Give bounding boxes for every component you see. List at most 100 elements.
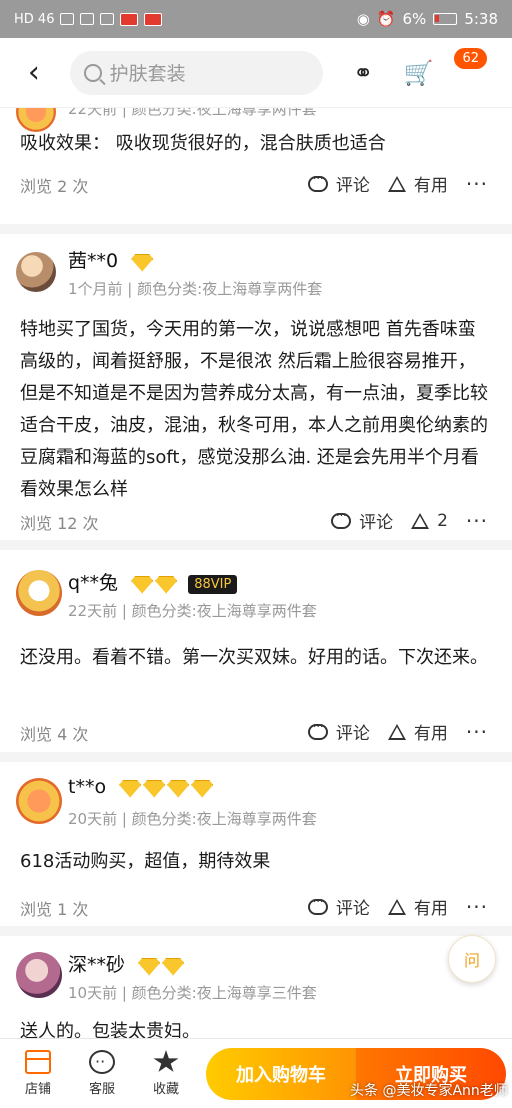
more-options-icon[interactable]: ··· (466, 172, 488, 196)
review-actions: 评论 有用 ··· (307, 894, 488, 919)
comment-button[interactable]: 评论 (307, 171, 370, 196)
comment-icon (307, 895, 328, 915)
view-count: 浏览 4 次 (20, 725, 89, 744)
cart-badge: 62 (454, 47, 488, 69)
username: 茜**0 (68, 250, 119, 272)
wechat-icon (80, 13, 95, 25)
review-actions: 评论 有用 ··· (307, 171, 488, 196)
divider (0, 540, 512, 550)
comment-icon (331, 509, 352, 529)
comment-button[interactable]: 评论 (307, 719, 370, 744)
comment-icon (307, 720, 328, 740)
service-tab[interactable]: 客服 (70, 1050, 134, 1097)
comment-button[interactable]: 评论 (307, 894, 370, 919)
level-badges (119, 779, 214, 798)
divider (0, 926, 512, 936)
useful-button[interactable]: 有用 (387, 894, 448, 919)
avatar (16, 252, 56, 292)
alarm-icon: ⏰ (376, 10, 396, 28)
thumb-triangle-icon (387, 723, 406, 740)
comment-button[interactable]: 评论 (331, 508, 393, 533)
status-left: HD 46 (14, 11, 163, 27)
divider (0, 224, 512, 234)
review-text: 特地买了国货，今天用的第一次，说说感想吧 首先香味蛮高级的，闻着挺舒服，不是很浓… (20, 319, 488, 500)
more-options-icon[interactable]: ··· (466, 720, 488, 744)
review-user: t**o (68, 776, 214, 798)
level-badges (138, 957, 185, 976)
review-text: 送人的。包装太贵妇。 (20, 1021, 200, 1038)
diamond-icon (138, 957, 161, 976)
diamond-icon (119, 779, 142, 798)
watermark: 头条 @美妆专家Ann老师 (350, 1083, 508, 1099)
star-icon (153, 1050, 179, 1072)
review-meta: 10天前 | 颜色分类:夜上海尊享三件套 (68, 984, 317, 1002)
eye-icon: ◉ (356, 10, 370, 28)
chat-icon (100, 13, 115, 25)
search-icon (83, 63, 102, 82)
review-actions: 评论 2 ··· (331, 508, 488, 533)
review-meta: 20天前 | 颜色分类:夜上海尊享两件套 (68, 810, 317, 828)
useful-button[interactable]: 2 (411, 511, 448, 531)
more-options-icon[interactable]: ··· (466, 895, 488, 919)
useful-label: 2 (437, 510, 448, 531)
signal-text: HD 46 (14, 11, 55, 27)
app-icon (120, 12, 139, 26)
add-to-cart-button[interactable]: 加入购物车 (206, 1047, 356, 1100)
clock: 5:38 (464, 10, 498, 28)
battery-percent: 6% (402, 10, 427, 28)
username: t**o (68, 776, 107, 798)
share-icon[interactable]: ⚭ (341, 51, 385, 95)
useful-button[interactable]: 有用 (387, 719, 448, 744)
username: 深**砂 (68, 954, 126, 976)
review-item: 22天前 | 颜色分类:夜上海尊享两件套 吸收效果： 吸收现货很好的，混合肤质也… (0, 108, 512, 218)
thumb-triangle-icon (387, 898, 406, 915)
diamond-icon (191, 779, 214, 798)
status-bar: HD 46 ◉ ⏰ 6% 5:38 (0, 0, 512, 38)
review-user: 茜**0 (68, 246, 154, 273)
thumb-triangle-icon (411, 512, 430, 529)
view-count: 浏览 2 次 (20, 177, 89, 196)
avatar (16, 570, 62, 616)
level-badges (131, 575, 178, 594)
search-placeholder: 护肤套装 (109, 63, 186, 85)
search-input[interactable]: 护肤套装 (69, 50, 324, 95)
reviews-list[interactable]: 22天前 | 颜色分类:夜上海尊享两件套 吸收效果： 吸收现货很好的，混合肤质也… (0, 108, 512, 1038)
comment-label: 评论 (359, 513, 394, 533)
comment-label: 评论 (335, 899, 370, 919)
comment-label: 评论 (335, 176, 370, 196)
status-right: ◉ ⏰ 6% 5:38 (357, 10, 498, 28)
diamond-icon (162, 957, 185, 976)
level-badges (131, 253, 154, 272)
review-user: q**兔 88VIP (68, 568, 238, 595)
more-button[interactable]: 62 (452, 47, 496, 95)
cart-icon[interactable]: 🛒 (397, 51, 441, 95)
battery-icon (433, 13, 458, 25)
favorite-tab[interactable]: 收藏 (134, 1050, 198, 1097)
useful-label: 有用 (413, 899, 448, 919)
diamond-icon (155, 575, 178, 594)
review-text: 还没用。看着不错。第一次买双妹。好用的话。下次还来。 (20, 647, 488, 668)
diamond-icon (131, 575, 154, 594)
review-text: 618活动购买，超值，期待效果 (20, 851, 271, 872)
diamond-icon (167, 779, 190, 798)
store-tab[interactable]: 店铺 (6, 1050, 70, 1097)
comment-icon (307, 172, 328, 192)
hourglass-icon (60, 13, 75, 25)
useful-button[interactable]: 有用 (387, 171, 448, 196)
view-count: 浏览 12 次 (20, 514, 99, 533)
app-icon-2 (144, 12, 163, 26)
comment-label: 评论 (335, 724, 370, 744)
more-options-icon[interactable]: ··· (466, 509, 488, 533)
nav-bar: ‹ 护肤套装 ⚭ 🛒 62 (0, 38, 512, 108)
review-actions: 评论 有用 ··· (307, 719, 488, 744)
useful-label: 有用 (413, 176, 448, 196)
ask-question-button[interactable]: 问 (448, 935, 496, 983)
view-count: 浏览 1 次 (20, 900, 89, 919)
chevron-left-icon[interactable]: ‹ (16, 55, 52, 91)
review-user: 深**砂 (68, 950, 185, 977)
fab-label: 问 (463, 951, 480, 970)
divider (0, 752, 512, 762)
diamond-icon (131, 253, 154, 272)
store-label: 店铺 (24, 1082, 51, 1097)
diamond-icon (143, 779, 166, 798)
